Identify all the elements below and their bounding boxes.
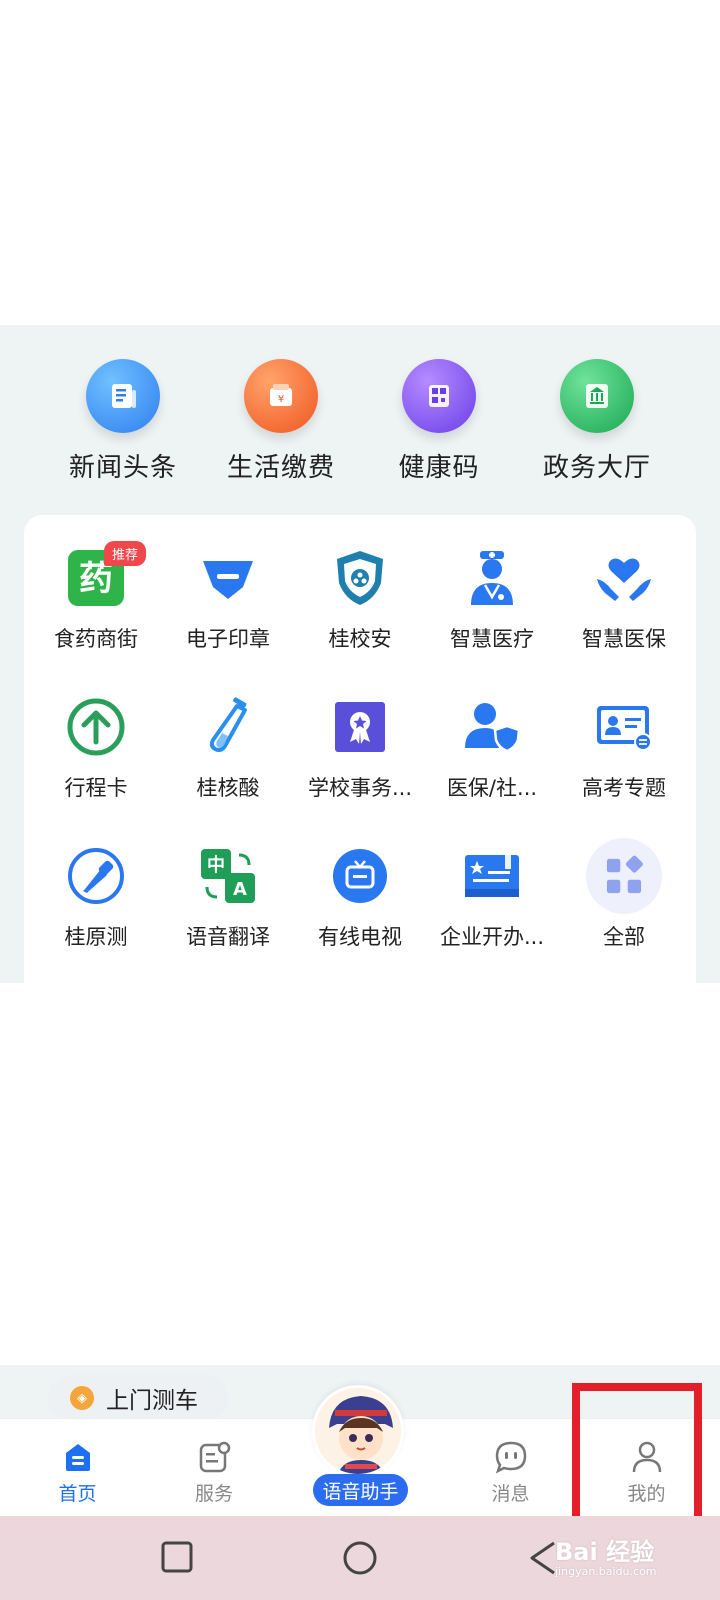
grid-item-label: 企业开办... xyxy=(439,925,545,949)
services-icon xyxy=(194,1437,234,1477)
chip-label: 上门测车 xyxy=(106,1388,198,1414)
grid-item-label: 医保/社... xyxy=(446,776,538,800)
nav-services[interactable]: 服务 xyxy=(155,1419,273,1516)
grid-item-e-seal[interactable]: 电子印章 xyxy=(162,515,294,664)
business-icon xyxy=(461,845,523,907)
nav-home[interactable]: 首页 xyxy=(0,1419,155,1516)
shield-icon xyxy=(329,547,391,609)
watermark-text: Bai 经验 xyxy=(555,1538,655,1566)
grid-item-cable-tv[interactable]: 有线电视 xyxy=(294,813,426,962)
qr-code-icon xyxy=(402,359,476,433)
grid-item-label: 智慧医保 xyxy=(582,627,666,651)
grid-item-label: 电子印章 xyxy=(186,627,270,651)
svg-text:¥: ¥ xyxy=(278,394,284,405)
shortcut-label: 生活缴费 xyxy=(226,453,335,483)
home-icon xyxy=(58,1437,98,1477)
shortcut-gov-hall[interactable]: 政务大厅 xyxy=(518,325,676,515)
grid-item-label: 高考专题 xyxy=(582,776,666,800)
grid-item-label: 全部 xyxy=(603,925,645,949)
top-shortcuts: 新闻头条 ¥ 生活缴费 健康码 政务大厅 xyxy=(0,325,720,515)
grid-item-gui-xiao-an[interactable]: 桂校安 xyxy=(294,515,426,664)
car-test-chip[interactable]: ◈ 上门测车 xyxy=(48,1375,228,1421)
recommend-badge: 推荐 xyxy=(104,541,147,566)
assistant-avatar[interactable] xyxy=(312,1385,404,1477)
tv-icon xyxy=(329,845,391,907)
shortcut-label: 政务大厅 xyxy=(542,453,651,483)
seal-icon xyxy=(197,547,259,609)
message-icon xyxy=(491,1437,531,1477)
nav-home-label: 首页 xyxy=(58,1483,97,1505)
watermark-sub: jingyan.baidu.com xyxy=(555,1565,657,1578)
grid-item-nucleic-acid[interactable]: 桂核酸 xyxy=(162,664,294,813)
grid-item-smart-insurance[interactable]: 智慧医保 xyxy=(558,515,690,664)
dropper-icon xyxy=(65,845,127,907)
shortcut-health-code[interactable]: 健康码 xyxy=(360,325,518,515)
grid-item-all[interactable]: 全部 xyxy=(558,813,690,962)
test-tube-icon xyxy=(197,696,259,758)
grid-item-label: 食药商街 xyxy=(54,627,138,651)
shortcut-label: 新闻头条 xyxy=(68,453,177,483)
nav-messages-label: 消息 xyxy=(491,1483,530,1505)
government-hall-icon xyxy=(560,359,634,433)
grid-item-voice-translate[interactable]: 中A 语音翻译 xyxy=(162,813,294,962)
grid-item-food-drug[interactable]: 药 推荐 食药商街 xyxy=(30,515,162,664)
doctor-icon xyxy=(461,547,523,609)
grid-item-label: 行程卡 xyxy=(64,776,128,800)
recent-apps-button[interactable] xyxy=(160,1540,194,1578)
heart-hands-icon xyxy=(593,547,655,609)
grid-item-business-setup[interactable]: 企业开办... xyxy=(426,813,558,962)
grid-item-label: 桂核酸 xyxy=(196,776,260,800)
grid-item-label: 学校事务... xyxy=(307,776,413,800)
all-apps-icon xyxy=(586,838,662,914)
home-button[interactable] xyxy=(342,1540,378,1580)
grid-item-itinerary-card[interactable]: 行程卡 xyxy=(30,664,162,813)
grid-item-smart-medical[interactable]: 智慧医疗 xyxy=(426,515,558,664)
grid-item-label: 有线电视 xyxy=(318,925,402,949)
assistant-label[interactable]: 语音助手 xyxy=(313,1474,408,1506)
grid-item-label: 语音翻译 xyxy=(186,925,270,949)
grid-item-gui-yuan-ce[interactable]: 桂原测 xyxy=(30,813,162,962)
grid-item-label: 桂校安 xyxy=(328,627,392,651)
nav-messages[interactable]: 消息 xyxy=(448,1419,573,1516)
shortcut-label: 健康码 xyxy=(398,453,480,483)
payment-icon: ¥ xyxy=(244,359,318,433)
service-grid-card: 药 推荐 食药商街 电子印章 桂校安 智慧医疗 智慧医保 行程卡 桂核酸 学校事… xyxy=(24,515,696,985)
certificate-icon xyxy=(329,696,391,758)
app-screen: 新闻头条 ¥ 生活缴费 健康码 政务大厅 药 推荐 食药商街 电子印章 桂校安 … xyxy=(0,0,720,1600)
svg-text:中: 中 xyxy=(207,854,225,876)
id-card-icon xyxy=(593,696,655,758)
car-test-icon: ◈ xyxy=(70,1386,94,1410)
back-button[interactable] xyxy=(528,1540,558,1580)
watermark: Bai 经验 jingyan.baidu.com xyxy=(555,1532,657,1578)
shortcut-news[interactable]: 新闻头条 xyxy=(44,325,202,515)
user-shield-icon xyxy=(461,696,523,758)
shortcut-payment[interactable]: ¥ 生活缴费 xyxy=(202,325,360,515)
grid-item-gaokao[interactable]: 高考专题 xyxy=(558,664,690,813)
translate-icon: 中A xyxy=(197,845,259,907)
news-icon xyxy=(86,359,160,433)
svg-text:A: A xyxy=(233,879,247,900)
grid-item-school-affairs[interactable]: 学校事务... xyxy=(294,664,426,813)
grid-item-social-insurance[interactable]: 医保/社... xyxy=(426,664,558,813)
arrow-up-circle-icon xyxy=(65,696,127,758)
nav-services-label: 服务 xyxy=(194,1483,233,1505)
grid-item-label: 桂原测 xyxy=(64,925,128,949)
service-grid: 药 推荐 食药商街 电子印章 桂校安 智慧医疗 智慧医保 行程卡 桂核酸 学校事… xyxy=(24,515,696,962)
grid-item-label: 智慧医疗 xyxy=(450,627,534,651)
